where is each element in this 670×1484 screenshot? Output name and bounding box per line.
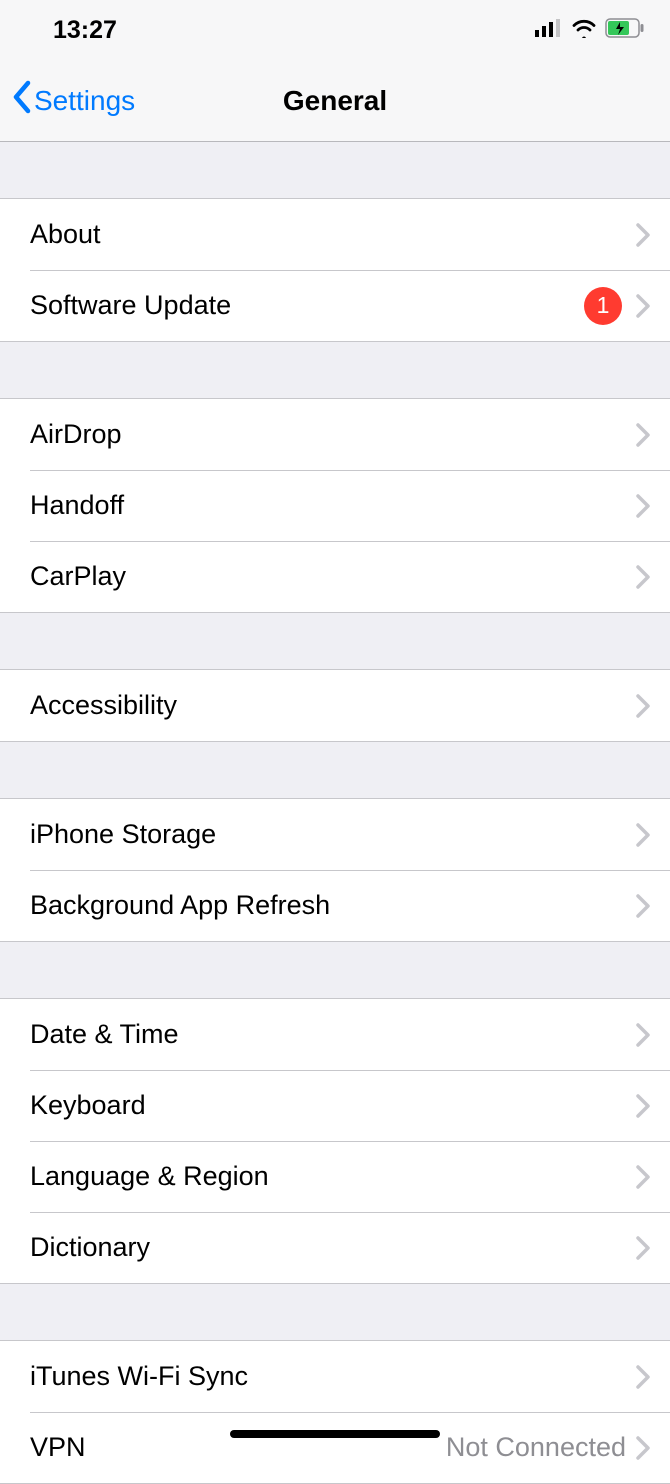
nav-bar: Settings General: [0, 60, 670, 142]
settings-list: About Software Update1 AirDrop Handoff CarPl…: [0, 142, 670, 1484]
row-label: Software Update: [30, 290, 584, 321]
settings-group: iPhone Storage Background App Refresh: [0, 798, 670, 942]
chevron-right-icon: [636, 1365, 650, 1389]
chevron-right-icon: [636, 894, 650, 918]
row-label: Handoff: [30, 490, 636, 521]
settings-row[interactable]: iPhone Storage: [0, 799, 670, 870]
settings-row[interactable]: Handoff: [0, 470, 670, 541]
chevron-right-icon: [636, 423, 650, 447]
chevron-left-icon: [12, 80, 34, 121]
row-label: Background App Refresh: [30, 890, 636, 921]
settings-row[interactable]: VPNNot Connected: [0, 1412, 670, 1483]
row-label: iPhone Storage: [30, 819, 636, 850]
row-label: iTunes Wi-Fi Sync: [30, 1361, 636, 1392]
chevron-right-icon: [636, 1236, 650, 1260]
section-gap: [0, 742, 670, 798]
settings-group: About Software Update1: [0, 198, 670, 342]
settings-row[interactable]: Keyboard: [0, 1070, 670, 1141]
settings-group: iTunes Wi-Fi Sync VPNNot Connected: [0, 1340, 670, 1484]
back-button[interactable]: Settings: [12, 80, 135, 121]
home-indicator: [230, 1430, 440, 1438]
chevron-right-icon: [636, 1436, 650, 1460]
back-label: Settings: [34, 85, 135, 117]
settings-row[interactable]: iTunes Wi-Fi Sync: [0, 1341, 670, 1412]
row-label: Keyboard: [30, 1090, 636, 1121]
settings-group: Date & Time Keyboard Language & Region Dict…: [0, 998, 670, 1284]
settings-row[interactable]: Background App Refresh: [0, 870, 670, 941]
settings-row[interactable]: Software Update1: [0, 270, 670, 341]
cellular-icon: [535, 19, 563, 42]
section-gap: [0, 942, 670, 998]
row-label: Language & Region: [30, 1161, 636, 1192]
row-label: AirDrop: [30, 419, 636, 450]
row-label: About: [30, 219, 636, 250]
battery-icon: [605, 18, 645, 43]
section-gap: [0, 613, 670, 669]
settings-row[interactable]: Language & Region: [0, 1141, 670, 1212]
status-time: 13:27: [25, 16, 117, 45]
wifi-icon: [571, 18, 597, 43]
row-label: CarPlay: [30, 561, 636, 592]
settings-row[interactable]: Dictionary: [0, 1212, 670, 1283]
row-label: Date & Time: [30, 1019, 636, 1050]
status-bar: 13:27: [0, 0, 670, 60]
chevron-right-icon: [636, 565, 650, 589]
chevron-right-icon: [636, 1165, 650, 1189]
section-gap: [0, 342, 670, 398]
settings-row[interactable]: CarPlay: [0, 541, 670, 612]
settings-row[interactable]: Accessibility: [0, 670, 670, 741]
chevron-right-icon: [636, 223, 650, 247]
chevron-right-icon: [636, 1023, 650, 1047]
row-value: Not Connected: [446, 1432, 626, 1463]
section-gap: [0, 142, 670, 198]
chevron-right-icon: [636, 694, 650, 718]
notification-badge: 1: [584, 287, 622, 325]
settings-row[interactable]: Date & Time: [0, 999, 670, 1070]
chevron-right-icon: [636, 494, 650, 518]
settings-group: AirDrop Handoff CarPlay: [0, 398, 670, 613]
row-label: Dictionary: [30, 1232, 636, 1263]
status-icons: [535, 18, 645, 43]
chevron-right-icon: [636, 1094, 650, 1118]
settings-row[interactable]: AirDrop: [0, 399, 670, 470]
section-gap: [0, 1284, 670, 1340]
settings-row[interactable]: About: [0, 199, 670, 270]
chevron-right-icon: [636, 823, 650, 847]
row-label: Accessibility: [30, 690, 636, 721]
settings-group: Accessibility: [0, 669, 670, 742]
page-title: General: [283, 85, 387, 117]
chevron-right-icon: [636, 294, 650, 318]
